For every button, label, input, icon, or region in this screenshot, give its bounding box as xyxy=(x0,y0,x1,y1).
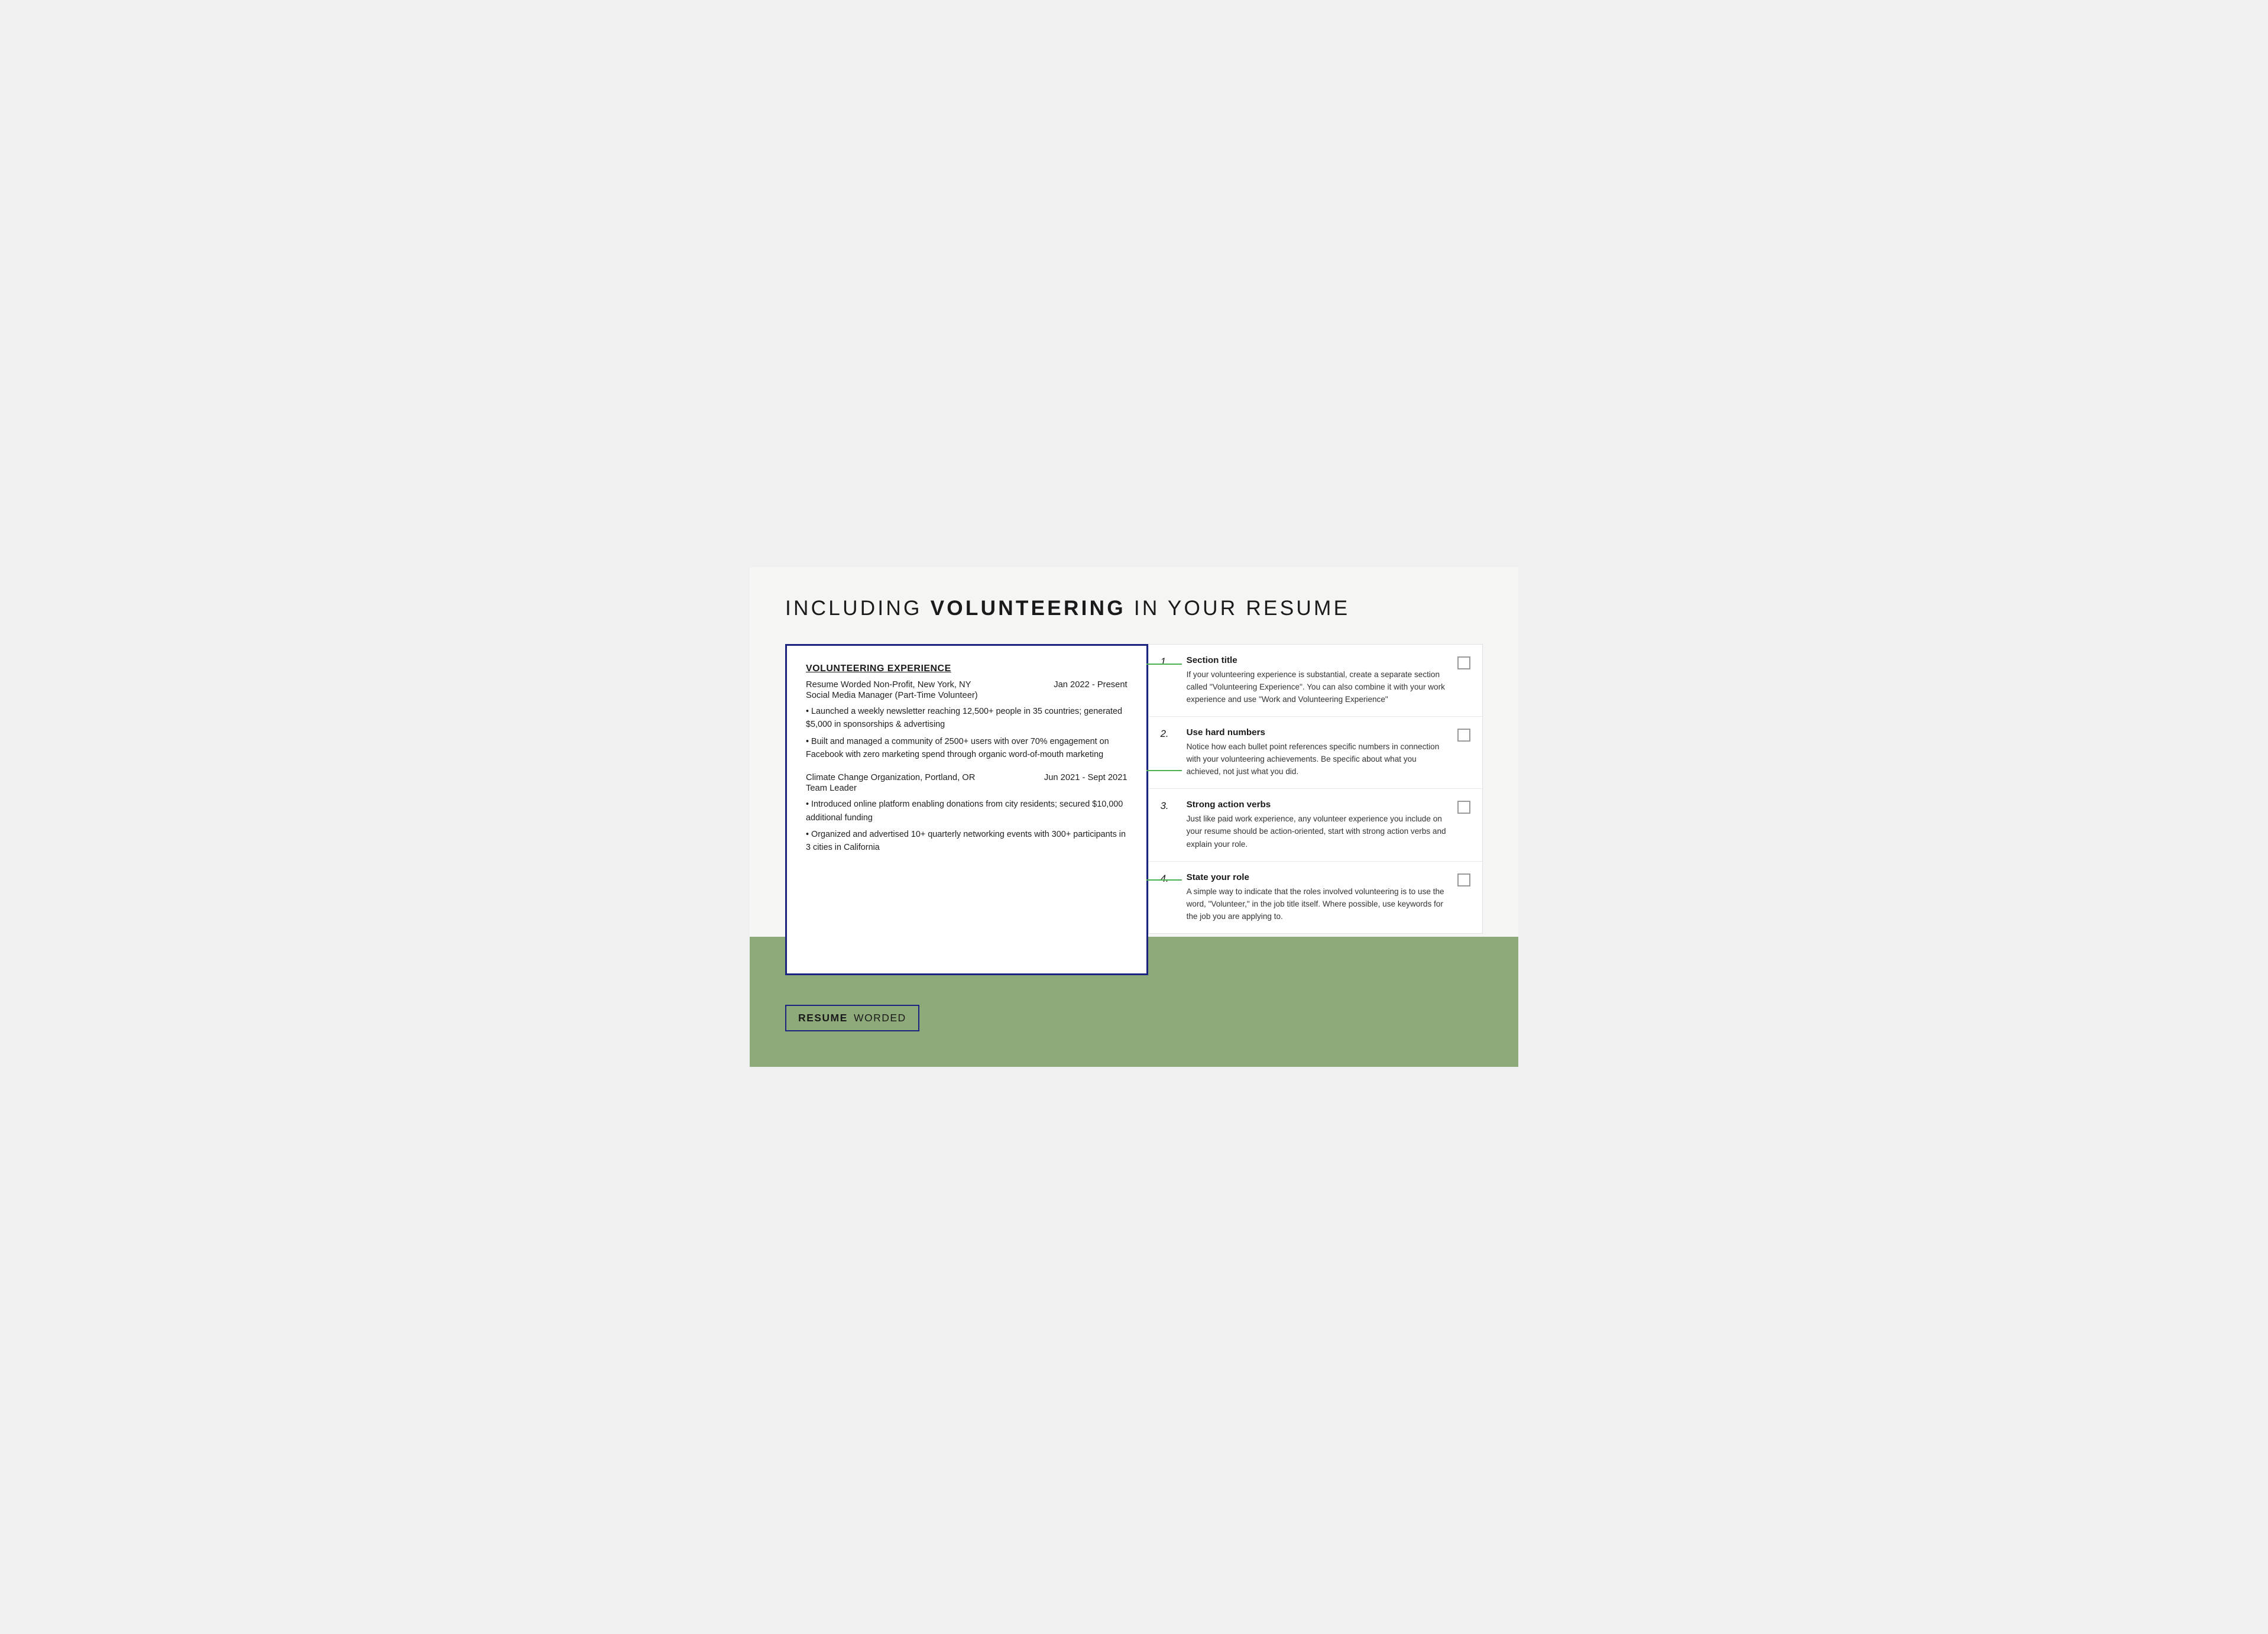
title-part1: INCLUDING xyxy=(785,597,931,620)
tip-title-2: Use hard numbers xyxy=(1187,727,1450,737)
tip-item-2: 2. Use hard numbers Notice how each bull… xyxy=(1149,717,1482,789)
resume-org-1: Resume Worded Non-Profit, New York, NY xyxy=(806,680,971,690)
tip-text-3: Just like paid work experience, any volu… xyxy=(1187,813,1450,850)
resume-section-title: VOLUNTEERING EXPERIENCE xyxy=(806,664,1127,674)
bullet-2-1: • Introduced online platform enabling do… xyxy=(806,798,1127,824)
tip-text-1: If your volunteering experience is subst… xyxy=(1187,668,1450,706)
tip-item-3: 3. Strong action verbs Just like paid wo… xyxy=(1149,789,1482,861)
title-part2: IN YOUR RESUME xyxy=(1126,597,1350,620)
tip-title-1: Section title xyxy=(1187,655,1450,665)
resume-dates-2: Jun 2021 - Sept 2021 xyxy=(1044,773,1127,782)
main-container: INCLUDING VOLUNTEERING IN YOUR RESUME VO… xyxy=(750,567,1518,1067)
content-wrapper: INCLUDING VOLUNTEERING IN YOUR RESUME VO… xyxy=(785,597,1483,1031)
tip-item-1: 1. Section title If your volunteering ex… xyxy=(1149,645,1482,717)
title-bold: VOLUNTEERING xyxy=(931,597,1126,620)
connector-3 xyxy=(1146,879,1182,881)
bullet-1-1: • Launched a weekly newsletter reaching … xyxy=(806,705,1127,732)
resume-role-2: Team Leader xyxy=(806,784,1127,793)
tip-number-4: 4. xyxy=(1161,872,1180,885)
branding-area: RESUME WORDED xyxy=(785,1005,1483,1031)
resume-role-1: Social Media Manager (Part-Time Voluntee… xyxy=(806,691,1127,700)
connector-1 xyxy=(1146,664,1182,665)
connector-2 xyxy=(1146,770,1182,771)
tip-checkbox-2[interactable] xyxy=(1457,729,1470,742)
resume-org-row-1: Resume Worded Non-Profit, New York, NY J… xyxy=(806,680,1127,690)
tip-checkbox-3[interactable] xyxy=(1457,801,1470,814)
content-area: VOLUNTEERING EXPERIENCE Resume Worded No… xyxy=(785,644,1483,975)
tip-checkbox-1[interactable] xyxy=(1457,656,1470,669)
bullet-2-2: • Organized and advertised 10+ quarterly… xyxy=(806,828,1127,855)
resume-bullets-2: • Introduced online platform enabling do… xyxy=(806,798,1127,854)
resume-panel: VOLUNTEERING EXPERIENCE Resume Worded No… xyxy=(785,644,1148,975)
tip-content-4: State your role A simple way to indicate… xyxy=(1187,872,1450,923)
tips-panel: 1. Section title If your volunteering ex… xyxy=(1148,644,1483,934)
tip-number-1: 1. xyxy=(1161,655,1180,668)
resume-org-row-2: Climate Change Organization, Portland, O… xyxy=(806,773,1127,782)
resume-dates-1: Jan 2022 - Present xyxy=(1054,680,1127,690)
resume-entry-2: Climate Change Organization, Portland, O… xyxy=(806,773,1127,854)
tip-number-3: 3. xyxy=(1161,800,1180,812)
tip-content-1: Section title If your volunteering exper… xyxy=(1187,655,1450,706)
brand-box: RESUME WORDED xyxy=(785,1005,919,1031)
tip-content-2: Use hard numbers Notice how each bullet … xyxy=(1187,727,1450,778)
bullet-1-2: • Built and managed a community of 2500+… xyxy=(806,735,1127,762)
tip-number-2: 2. xyxy=(1161,727,1180,740)
tip-title-4: State your role xyxy=(1187,872,1450,882)
resume-org-2: Climate Change Organization, Portland, O… xyxy=(806,773,975,782)
tip-checkbox-4[interactable] xyxy=(1457,873,1470,886)
resume-entry-1: Resume Worded Non-Profit, New York, NY J… xyxy=(806,680,1127,761)
tip-content-3: Strong action verbs Just like paid work … xyxy=(1187,800,1450,850)
page-title: INCLUDING VOLUNTEERING IN YOUR RESUME xyxy=(785,597,1483,620)
tip-text-4: A simple way to indicate that the roles … xyxy=(1187,885,1450,923)
tip-text-2: Notice how each bullet point references … xyxy=(1187,740,1450,778)
brand-resume: RESUME xyxy=(798,1012,848,1024)
tip-item-4: 4. State your role A simple way to indic… xyxy=(1149,862,1482,933)
tip-title-3: Strong action verbs xyxy=(1187,800,1450,810)
resume-bullets-1: • Launched a weekly newsletter reaching … xyxy=(806,705,1127,761)
brand-worded: WORDED xyxy=(850,1012,906,1024)
